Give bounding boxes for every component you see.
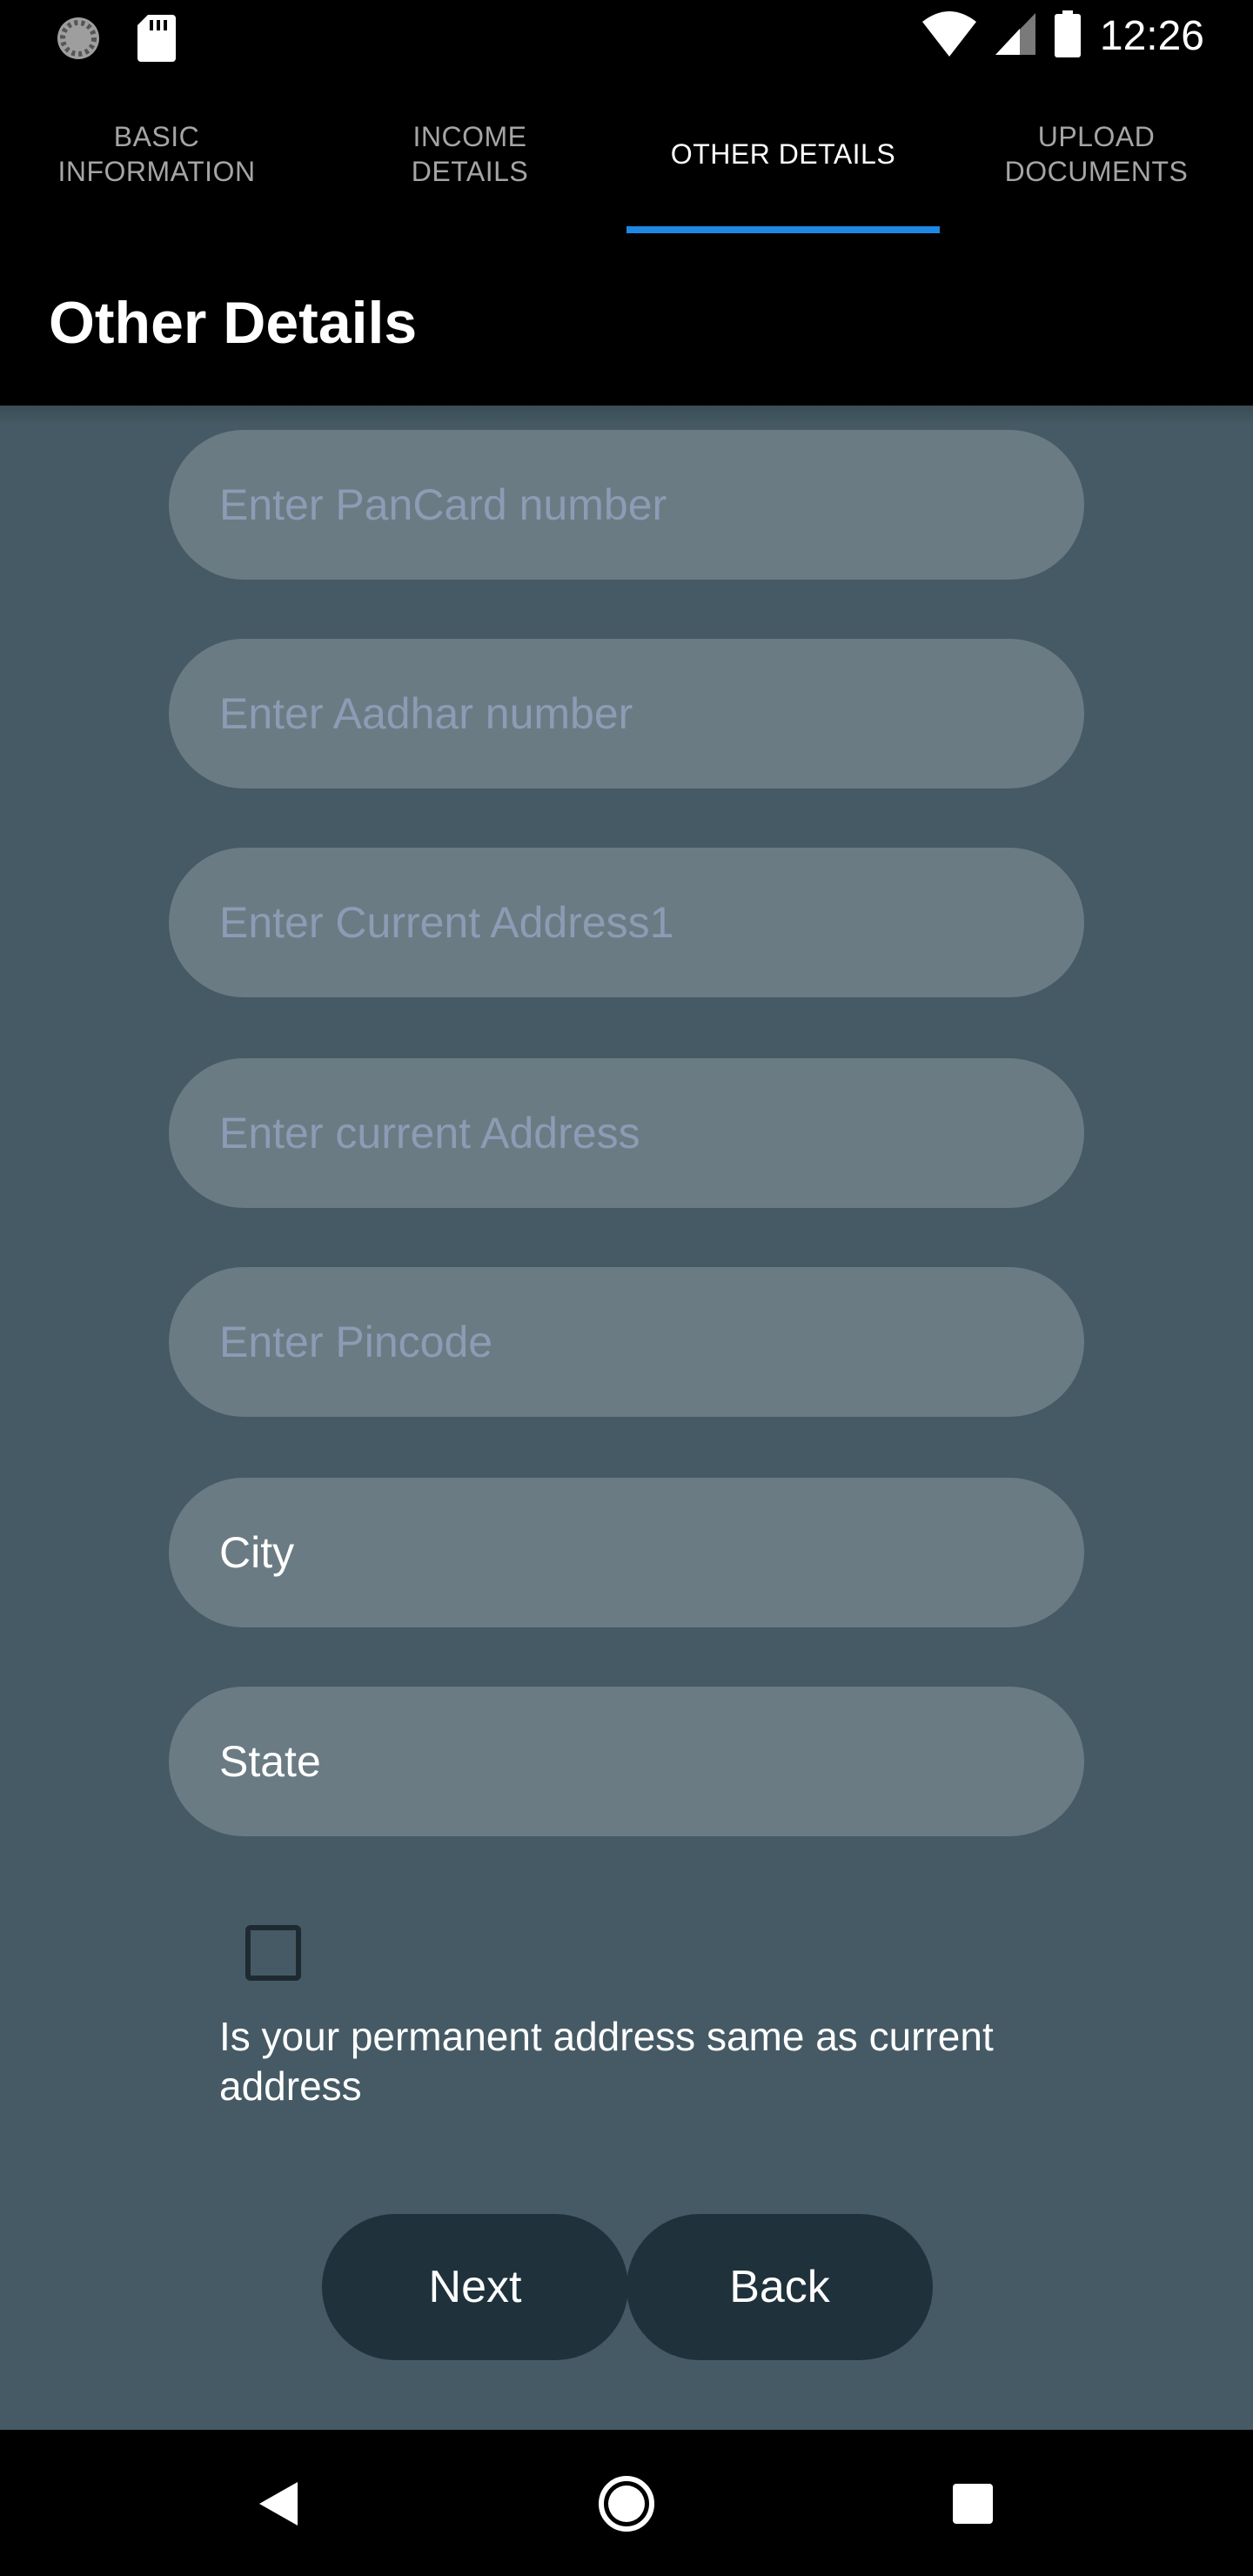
home-circle-icon[interactable] bbox=[587, 2465, 666, 2543]
tab-other-details[interactable]: OTHER DETAILS bbox=[626, 73, 940, 235]
status-left bbox=[54, 14, 176, 67]
tab-basic-information[interactable]: BASIC INFORMATION bbox=[0, 73, 313, 235]
aadhar-input[interactable] bbox=[169, 639, 1084, 788]
tab-bar: BASIC INFORMATION INCOME DETAILS OTHER D… bbox=[0, 73, 1253, 235]
next-button[interactable]: Next bbox=[322, 2214, 628, 2360]
clock: 12:26 bbox=[1099, 13, 1204, 59]
pancard-input[interactable] bbox=[169, 430, 1084, 580]
title-bar: Other Details bbox=[0, 235, 1253, 406]
active-tab-indicator bbox=[626, 226, 940, 233]
page-title: Other Details bbox=[49, 290, 418, 356]
loading-circle-icon bbox=[54, 14, 103, 67]
current-address1-input[interactable] bbox=[169, 848, 1084, 997]
permanent-address-checkbox-label: Is your permanent address same as curren… bbox=[219, 2014, 994, 2109]
state-field[interactable] bbox=[169, 1687, 1084, 1836]
wifi-icon bbox=[921, 11, 976, 61]
status-right: 12:26 bbox=[921, 10, 1204, 62]
back-button[interactable]: Back bbox=[626, 2214, 933, 2360]
battery-icon bbox=[1054, 10, 1081, 62]
recents-square-icon[interactable] bbox=[934, 2465, 1012, 2543]
tab-upload-documents[interactable]: UPLOAD DOCUMENTS bbox=[940, 73, 1253, 235]
cell-signal-icon bbox=[995, 13, 1035, 59]
system-nav-bar bbox=[0, 2430, 1253, 2576]
back-triangle-icon[interactable] bbox=[239, 2465, 318, 2543]
status-bar: 12:26 bbox=[0, 0, 1253, 73]
current-address2-input[interactable] bbox=[169, 1058, 1084, 1208]
form-container: Is your permanent address same as curren… bbox=[0, 406, 1253, 2430]
pincode-input[interactable] bbox=[169, 1267, 1084, 1417]
sd-card-icon bbox=[137, 15, 176, 66]
tab-income-details[interactable]: INCOME DETAILS bbox=[313, 73, 626, 235]
permanent-address-checkbox[interactable] bbox=[245, 1925, 301, 1981]
city-field[interactable] bbox=[169, 1478, 1084, 1627]
toolbar-shadow bbox=[0, 406, 1253, 425]
